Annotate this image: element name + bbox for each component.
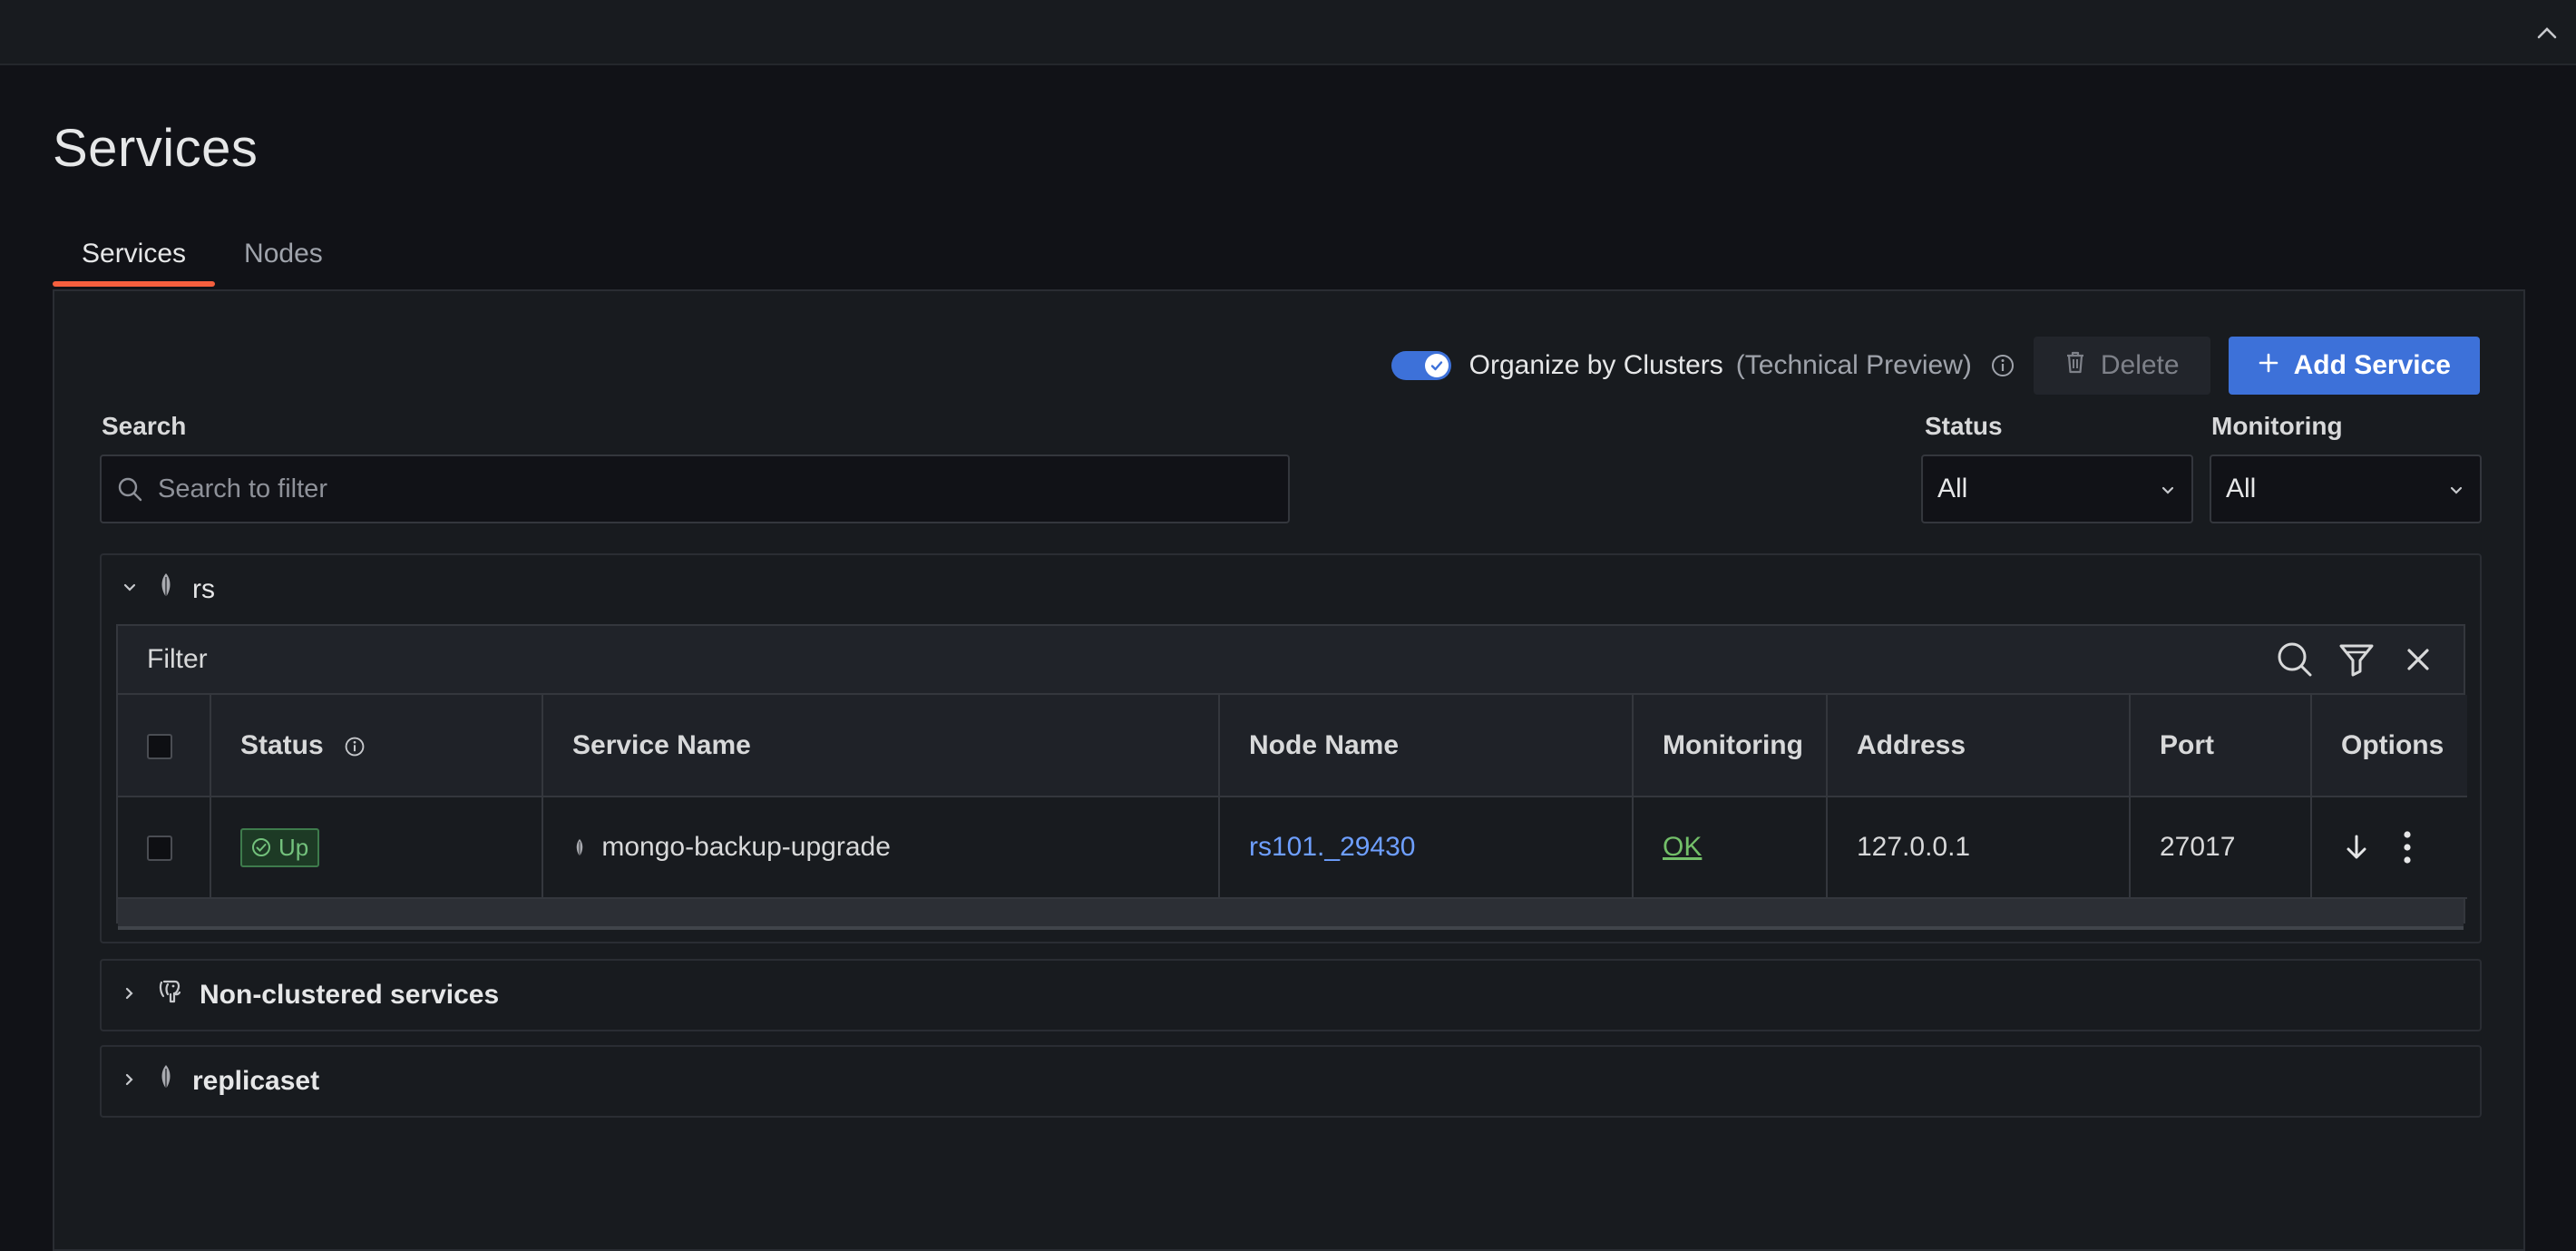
trash-icon [2064,349,2086,382]
delete-button[interactable]: Delete [2033,337,2210,395]
monitoring-filter-label: Monitoring [2211,412,2343,440]
top-bar [0,0,2576,65]
mongodb-leaf-icon [156,1063,176,1100]
chevron-right-icon [120,980,140,1011]
select-all-cell [118,695,211,797]
cluster-replicaset-header[interactable]: replicaset [102,1047,2480,1116]
chevron-down-icon [2447,474,2465,504]
cluster-name: replicaset [192,1066,320,1096]
node-name-cell: rs101._29430 [1219,797,1634,899]
node-name-link[interactable]: rs101._29430 [1249,832,1416,862]
search-icon [116,475,143,503]
monitoring-select-value: All [2226,474,2257,503]
tab-bar: Services Nodes [53,234,352,290]
chevron-right-icon [120,1066,140,1097]
info-icon[interactable] [344,736,366,757]
mongodb-leaf-icon [572,836,587,861]
status-select[interactable]: All [1921,454,2193,523]
services-grid: Status Service Name Node Name Monitoring… [118,695,2467,899]
cluster-replicaset: replicaset [100,1045,2482,1118]
organize-by-clusters-label: Organize by Clusters [1469,350,1723,380]
status-cell: Up [210,797,543,899]
technical-preview-label: (Technical Preview) [1735,350,1972,380]
port-cell: 27017 [2130,797,2312,899]
row-select-cell [118,797,211,899]
filter-label: Filter [147,644,208,674]
cluster-non-clustered: Non-clustered services [100,959,2482,1031]
info-icon[interactable] [1990,353,2015,378]
arrow-down-icon[interactable] [2341,829,2372,865]
service-name: mongo-backup-upgrade [601,832,891,862]
plus-icon [2258,350,2279,381]
cluster-rs-header[interactable]: rs [102,555,2480,624]
mongodb-leaf-icon [156,572,176,608]
postgresql-elephant-icon [156,978,183,1012]
cluster-non-clustered-header[interactable]: Non-clustered services [102,961,2480,1030]
toolbar: Organize by Clusters (Technical Preview)… [1390,336,2480,396]
table-row: Up mongo-backup-upgrade rs101._29430 OK … [118,797,2467,899]
close-icon[interactable] [2398,640,2438,679]
column-header-address[interactable]: Address [1827,695,2131,797]
chevron-down-icon [120,574,140,605]
column-header-service-name[interactable]: Service Name [542,695,1220,797]
column-header-port[interactable]: Port [2130,695,2312,797]
column-header-node-name[interactable]: Node Name [1219,695,1634,797]
more-vertical-icon[interactable] [2392,829,2423,865]
monitoring-select[interactable]: All [2210,454,2482,523]
select-all-checkbox[interactable] [147,733,172,759]
table-filter-bar: Filter [118,626,2464,695]
table-header-row: Status Service Name Node Name Monitoring… [118,695,2467,797]
services-table: Filter Status Service Name Node Name Mon… [116,624,2467,930]
cluster-rs: rs Filter Status Service Name Node Name … [100,553,2482,943]
search-label: Search [102,412,187,440]
monitoring-cell: OK [1633,797,1828,899]
services-panel: Organize by Clusters (Technical Preview)… [53,289,2525,1251]
collapse-chevron-up-icon[interactable] [2531,16,2563,49]
status-badge-label: Up [278,833,309,861]
check-circle-icon [251,837,271,857]
add-service-button[interactable]: Add Service [2228,337,2480,395]
options-cell [2311,797,2467,899]
column-header-status[interactable]: Status [210,695,543,797]
address-cell: 127.0.0.1 [1827,797,2131,899]
filter-funnel-icon[interactable] [2337,640,2376,679]
page-title: Services [53,119,259,178]
search-field [100,454,1290,523]
add-service-button-label: Add Service [2293,350,2451,380]
delete-button-label: Delete [2100,350,2180,380]
status-filter-label: Status [1925,412,2003,440]
cluster-name: rs [192,574,215,604]
status-select-value: All [1937,474,1968,503]
chevron-down-icon [2159,474,2177,504]
service-name-cell: mongo-backup-upgrade [542,797,1220,899]
search-icon[interactable] [2275,640,2315,679]
tab-nodes[interactable]: Nodes [215,234,352,287]
monitoring-status-link[interactable]: OK [1663,832,1702,862]
check-icon [1424,354,1449,377]
cluster-name: Non-clustered services [200,980,500,1010]
search-input[interactable] [156,455,1288,523]
status-badge: Up [240,827,320,867]
tab-services[interactable]: Services [53,234,216,287]
row-checkbox[interactable] [147,836,172,862]
horizontal-scrollbar[interactable] [118,899,2464,930]
column-header-options: Options [2311,695,2467,797]
column-header-monitoring[interactable]: Monitoring [1633,695,1828,797]
organize-by-clusters-toggle[interactable] [1390,351,1451,380]
column-header-label: Status [240,729,324,760]
